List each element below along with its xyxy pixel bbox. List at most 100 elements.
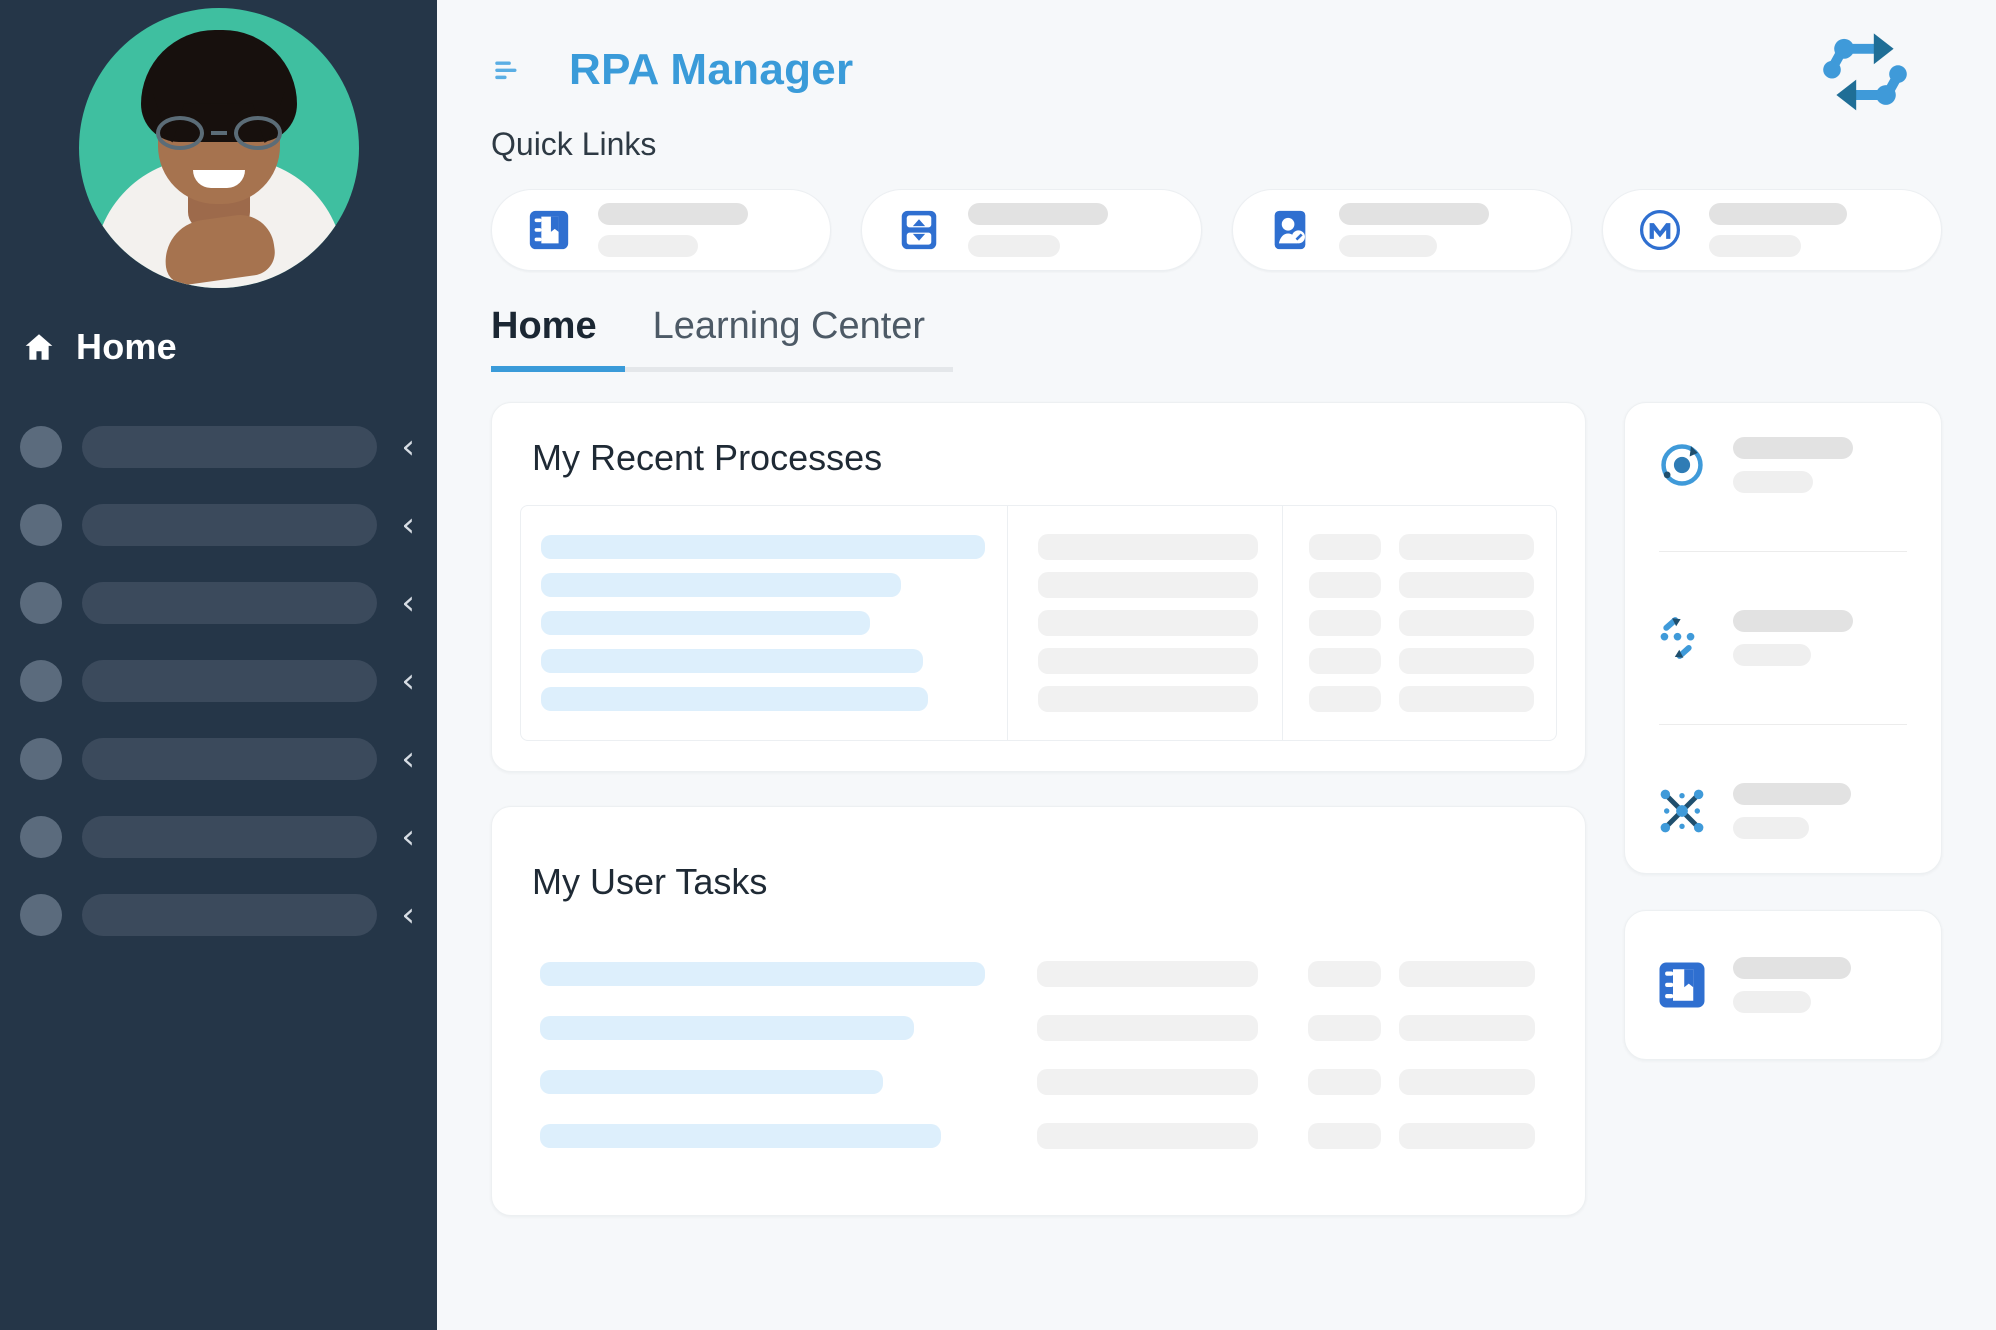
quick-link-card[interactable] [491,189,832,271]
rail-item-sublabel-skeleton [1733,991,1811,1013]
cell-meta-skeleton [1038,534,1258,560]
rail-item-label-skeleton [1733,610,1853,632]
chevron-left-icon[interactable]: ‹ [401,898,415,932]
card-user-tasks: My User Tasks [491,806,1586,1216]
cell-name-skeleton [541,535,986,559]
user-tasks-table [520,947,1557,1185]
quick-link-label-skeleton [968,203,1109,225]
table-column-meta [1007,947,1282,1185]
table-row [1037,1055,1259,1109]
skeleton-dot-icon [20,426,62,468]
notebook-bookmark-icon [529,210,569,250]
cell-meta-skeleton [1038,686,1258,712]
sidebar-nav-item[interactable]: ‹ [20,564,437,642]
process-cycle-icon [1660,617,1695,659]
cell-status-skeleton [1308,1015,1381,1041]
table-row[interactable] [541,528,986,566]
quick-link-label-skeleton [598,203,748,225]
sidebar-nav-label-skeleton [82,660,378,702]
left-sidebar: Home ‹ ‹ ‹ ‹ ‹ ‹ ‹ [0,0,437,1330]
sidebar-nav-label-skeleton [82,426,378,468]
table-row[interactable] [541,680,985,718]
rail-item[interactable] [1655,610,1911,666]
target-orbit-icon [1661,444,1703,486]
table-row [1308,642,1534,680]
tab-learning-center[interactable]: Learning Center [624,305,954,372]
cell-status-skeleton [1308,686,1381,712]
rail-item-sublabel-skeleton [1733,471,1813,493]
quick-link-card[interactable] [1601,189,1942,271]
table-row[interactable] [540,947,986,1001]
rail-item-labels [1733,957,1911,1013]
table-row[interactable] [541,604,985,642]
table-row [1308,947,1535,1001]
chevron-left-icon[interactable]: ‹ [401,586,415,620]
cell-name-skeleton [541,687,928,711]
table-row [1308,604,1534,642]
tab-home[interactable]: Home [491,305,625,372]
quick-link-card[interactable] [1231,189,1572,271]
table-row [1308,1001,1535,1055]
sidebar-nav-item[interactable]: ‹ [20,408,437,486]
rail-item[interactable] [1655,957,1911,1013]
table-row [1037,947,1259,1001]
cell-meta-skeleton [1038,610,1258,636]
chevron-left-icon[interactable]: ‹ [401,820,415,854]
rpa-cycle-logo [1823,33,1907,111]
table-column-status [1282,947,1557,1185]
table-row [1038,604,1258,642]
table-column-status [1281,506,1556,740]
skeleton-dot-icon [20,504,62,546]
sidebar-nav-item[interactable]: ‹ [20,720,437,798]
quick-link-sublabel-skeleton [1338,235,1437,257]
cell-date-skeleton [1398,961,1535,987]
rail-item[interactable] [1655,437,1911,493]
table-row[interactable] [540,1109,985,1163]
quick-link-label-skeleton [1338,203,1489,225]
cell-meta-skeleton [1038,572,1258,598]
chevron-left-icon[interactable]: ‹ [401,664,415,698]
cell-status-skeleton [1308,610,1381,636]
hamburger-menu-icon[interactable] [491,53,525,87]
cell-date-skeleton [1398,534,1534,560]
cell-name-skeleton [541,573,901,597]
quick-link-labels [1708,203,1847,257]
table-row[interactable] [540,1001,985,1055]
table-row [1308,566,1534,604]
quick-link-card[interactable] [861,189,1202,271]
mulesoft-logo-icon [1639,209,1680,251]
rail-item-label-skeleton [1733,957,1851,979]
chevron-left-icon[interactable]: ‹ [401,742,415,776]
cell-status-skeleton [1308,961,1381,987]
avatar-container [0,0,437,288]
sidebar-nav-item[interactable]: ‹ [20,876,437,954]
rail-item-sublabel-skeleton [1733,644,1811,666]
quick-link-labels [598,203,748,257]
cell-name-skeleton [540,1124,941,1148]
quick-link-sublabel-skeleton [1708,235,1801,257]
sidebar-nav-item[interactable]: ‹ [20,798,437,876]
chevron-left-icon[interactable]: ‹ [401,430,415,464]
table-row[interactable] [540,1055,985,1109]
rail-item[interactable] [1655,783,1911,839]
app-root: Home ‹ ‹ ‹ ‹ ‹ ‹ ‹ RPA Manager Quick Lin… [0,0,1996,1330]
sidebar-nav-item[interactable]: ‹ [20,486,437,564]
table-row [1308,1109,1535,1163]
tab-bar: Home Learning Center [437,271,1996,372]
main-content: RPA Manager Quick Links Home Learning Ce… [437,0,1996,1330]
avatar[interactable] [78,8,359,288]
chevron-left-icon[interactable]: ‹ [401,508,415,542]
sidebar-nav-label-skeleton [82,816,378,858]
cell-date-skeleton [1398,686,1534,712]
table-row[interactable] [541,566,985,604]
skeleton-dot-icon [20,660,62,702]
cell-name-skeleton [540,1016,915,1040]
sidebar-home-label: Home [76,326,177,367]
rail-item-label-skeleton [1733,437,1853,459]
cell-status-skeleton [1308,534,1381,560]
skeleton-dot-icon [20,582,62,624]
table-row[interactable] [541,642,985,680]
sidebar-item-home[interactable]: Home [0,288,437,368]
sidebar-nav-item[interactable]: ‹ [20,642,437,720]
rail-item-label-skeleton [1733,783,1851,805]
